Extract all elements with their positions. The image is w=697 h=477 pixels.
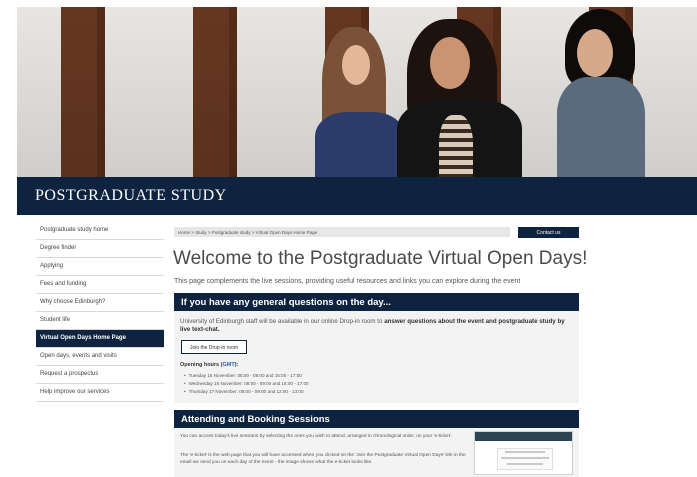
opening-hours-text: Opening hours ( — [180, 362, 223, 368]
join-drop-in-button[interactable]: Join the Drop-in room — [181, 340, 247, 354]
general-questions-panel: University of Edinburgh staff will be av… — [174, 311, 579, 403]
e-ticket-preview-line — [507, 463, 543, 465]
student-right-body — [557, 77, 645, 177]
page-intro: This page complements the live sessions,… — [174, 278, 521, 285]
opening-hours-item: Tuesday 15 November: 08:00 - 09:00 and 1… — [184, 372, 309, 380]
page-title: Welcome to the Postgraduate Virtual Open… — [173, 248, 588, 269]
opening-hours-close: ): — [234, 362, 239, 368]
student-left-body — [315, 112, 405, 177]
opening-hours-item: Thursday 17 November: 08:00 - 09:00 and … — [184, 388, 309, 396]
general-questions-heading: If you have any general questions on the… — [174, 293, 579, 311]
nav-item-why-edinburgh[interactable]: Why choose Edinburgh? — [36, 294, 164, 312]
e-ticket-preview-line — [501, 457, 549, 459]
student-center-top — [439, 115, 473, 177]
nav-item-virtual-open-days[interactable]: Virtual Open Days Home Page — [36, 330, 164, 348]
student-right-face — [577, 29, 613, 77]
section-title: POSTGRADUATE STUDY — [35, 187, 227, 204]
hero-image — [17, 7, 697, 177]
drop-in-description: University of Edinburgh staff will be av… — [180, 318, 575, 334]
drop-in-text: University of Edinburgh staff will be av… — [180, 318, 385, 325]
nav-item-applying[interactable]: Applying — [36, 258, 164, 276]
e-ticket-preview-line — [505, 451, 545, 453]
attending-booking-heading: Attending and Booking Sessions — [174, 410, 579, 428]
nav-item-fees-funding[interactable]: Fees and funding — [36, 276, 164, 294]
opening-hours-list: Tuesday 15 November: 08:00 - 09:00 and 1… — [184, 372, 309, 396]
nav-item-open-days-events[interactable]: Open days, events and visits — [36, 348, 164, 366]
student-center-face — [430, 37, 470, 89]
nav-item-student-life[interactable]: Student life — [36, 312, 164, 330]
left-navigation: Postgraduate study home Degree finder Ap… — [36, 222, 164, 402]
nav-item-degree-finder[interactable]: Degree finder — [36, 240, 164, 258]
gmt-link[interactable]: GMT — [222, 362, 234, 368]
opening-hours-label: Opening hours (GMT): — [180, 362, 238, 368]
breadcrumb[interactable]: Home > Study > Postgraduate study > Virt… — [174, 227, 510, 237]
e-ticket-preview-image — [474, 431, 573, 475]
e-ticket-preview-header — [475, 432, 572, 441]
student-left-face — [342, 45, 370, 85]
nav-item-request-prospectus[interactable]: Request a prospectus — [36, 366, 164, 384]
nav-item-help-improve[interactable]: Help improve our services — [36, 384, 164, 402]
attending-booking-panel: You can access today's live sessions by … — [174, 428, 579, 477]
contact-us-button[interactable]: Contact us — [518, 227, 579, 238]
nav-item-postgraduate-home[interactable]: Postgraduate study home — [36, 222, 164, 240]
opening-hours-item: Wednesday 16 November: 08:00 - 09:00 and… — [184, 380, 309, 388]
attending-paragraph-1: You can access today's live sessions by … — [180, 434, 453, 439]
attending-paragraph-2: The 'e-ticket' is the web page that you … — [180, 453, 466, 465]
section-title-band: POSTGRADUATE STUDY — [17, 177, 697, 215]
